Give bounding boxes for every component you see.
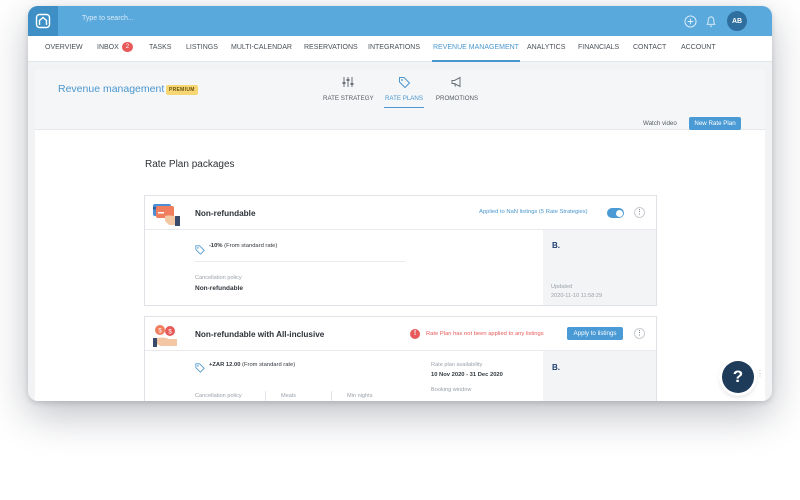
add-circle-icon[interactable] <box>682 13 698 29</box>
watch-video-link[interactable]: Watch video <box>643 120 677 127</box>
nav-item-contact[interactable]: CONTACT <box>633 36 666 62</box>
nav-item-overview[interactable]: OVERVIEW <box>45 36 83 62</box>
updated-value: 2020-11-10 11:58:29 <box>551 293 603 299</box>
plan-name: Non-refundable with All-inclusive <box>195 330 325 339</box>
nav-label: LISTINGS <box>186 44 218 51</box>
more-options-icon[interactable]: ⋮ <box>634 328 645 339</box>
booking-window-label: Booking window <box>431 387 472 393</box>
tag-icon <box>195 242 205 260</box>
nav-item-reservations[interactable]: RESERVATIONS <box>304 36 358 62</box>
nav-label: RESERVATIONS <box>304 44 358 51</box>
new-rate-plan-button[interactable]: New Rate Plan <box>689 117 741 130</box>
nav-item-account[interactable]: ACCOUNT <box>681 36 716 62</box>
user-avatar[interactable]: AB <box>727 11 747 31</box>
cancellation-value: Non-refundable <box>195 285 244 292</box>
nav-label: OVERVIEW <box>45 44 83 51</box>
more-options-icon[interactable]: ⋮ <box>634 207 645 218</box>
inbox-count-badge: 2 <box>121 42 134 52</box>
discount-text: -10% (From standard rate) <box>209 243 277 249</box>
divider <box>331 391 332 401</box>
warning-text: Rate Plan has not been applied to any li… <box>426 331 544 337</box>
updated-label: Updated <box>551 284 573 290</box>
plan-active-toggle[interactable] <box>607 208 624 218</box>
tab-label: PROMOTIONS <box>435 95 479 102</box>
nav-label: INTEGRATIONS <box>368 44 420 51</box>
tab-promotions[interactable]: PROMOTIONS <box>435 76 479 108</box>
nav-label: ANALYTICS <box>527 44 566 51</box>
money-bag-hand-icon: $ $ <box>151 322 181 353</box>
warning-icon: ! <box>410 329 420 339</box>
nav-label: TASKS <box>149 44 172 51</box>
nav-item-integrations[interactable]: INTEGRATIONS <box>368 36 420 62</box>
nav-label: INBOX <box>97 44 119 51</box>
top-bar: Type to search... AB <box>28 6 772 36</box>
booking-logo: B. <box>552 363 560 372</box>
main-content: Revenue management PREMIUM RATE STRATEGY… <box>35 70 765 401</box>
page-title: Revenue management <box>58 83 165 95</box>
nav-label: ACCOUNT <box>681 44 716 51</box>
sliders-icon <box>323 76 373 90</box>
nav-item-financials[interactable]: FINANCIALS <box>578 36 619 62</box>
meals-label: Meals <box>281 393 296 399</box>
apply-to-listings-button[interactable]: Apply to listings <box>567 327 623 340</box>
nav-item-tasks[interactable]: TASKS <box>149 36 171 62</box>
card-header: Non-refundable Applied to NaN listings (… <box>145 196 656 230</box>
tab-label: RATE STRATEGY <box>323 95 374 102</box>
min-nights-label: Min nights <box>347 393 373 399</box>
price-text: +ZAR 12.00 (From standard rate) <box>209 362 295 368</box>
home-logo-icon[interactable] <box>28 6 58 36</box>
megaphone-icon <box>435 76 479 90</box>
plan-name: Non-refundable <box>195 209 256 218</box>
divider <box>195 261 405 262</box>
tab-label: RATE PLANS <box>384 95 424 102</box>
card-header: $ $ Non-refundable with All-inclusive ! R… <box>145 317 656 351</box>
tag-icon <box>384 76 424 90</box>
booking-logo: B. <box>552 241 560 250</box>
nav-item-analytics[interactable]: ANALYTICS <box>527 36 565 62</box>
divider <box>265 391 266 401</box>
nav-item-revenue-management[interactable]: REVENUE MANAGEMENT <box>432 36 520 62</box>
bell-icon[interactable] <box>703 13 719 29</box>
nav-item-listings[interactable]: LISTINGS <box>186 36 218 62</box>
cancellation-label: Cancellation policy <box>195 275 242 281</box>
price-suffix: (From standard rate) <box>242 362 296 368</box>
app-window: Type to search... AB OVERVIEW INBOX 2 TAS… <box>28 6 772 401</box>
availability-value: 10 Nov 2020 - 31 Dec 2020 <box>431 372 503 378</box>
credit-card-hand-icon <box>151 202 181 231</box>
nav-label: REVENUE MANAGEMENT <box>433 44 519 51</box>
cancellation-label: Cancellation policy <box>195 393 242 399</box>
rate-plan-card: $ $ Non-refundable with All-inclusive ! R… <box>144 316 657 401</box>
tab-rate-strategy[interactable]: RATE STRATEGY <box>323 76 374 108</box>
drag-handle-icon[interactable]: ⋮ <box>756 370 764 378</box>
channel-panel: B. <box>543 351 656 401</box>
availability-label: Rate plan availability <box>431 362 483 368</box>
discount-value: -10% <box>209 243 223 249</box>
tab-rate-plans[interactable]: RATE PLANS <box>384 76 424 108</box>
nav-item-multi-calendar[interactable]: MULTI-CALENDAR <box>231 36 292 62</box>
nav-item-inbox[interactable]: INBOX 2 <box>97 36 134 62</box>
search-input[interactable]: Type to search... <box>82 15 134 22</box>
channel-panel: B. Updated 2020-11-10 11:58:29 <box>543 230 656 305</box>
nav-label: FINANCIALS <box>578 44 620 51</box>
price-value: +ZAR 12.00 <box>209 362 241 368</box>
nav-label: CONTACT <box>633 44 667 51</box>
applied-listings-link[interactable]: Applied to NaN listings (5 Rate Strategi… <box>479 209 588 215</box>
help-button[interactable]: ? <box>722 361 754 393</box>
main-nav: OVERVIEW INBOX 2 TASKS LISTINGS MULTI-CAL… <box>28 36 772 62</box>
rate-plan-card: Non-refundable Applied to NaN listings (… <box>144 195 657 306</box>
discount-suffix: (From standard rate) <box>224 243 278 249</box>
section-title: Rate Plan packages <box>145 159 235 170</box>
tag-icon <box>195 360 205 378</box>
premium-badge: PREMIUM <box>166 85 198 95</box>
nav-label: MULTI-CALENDAR <box>231 44 292 51</box>
